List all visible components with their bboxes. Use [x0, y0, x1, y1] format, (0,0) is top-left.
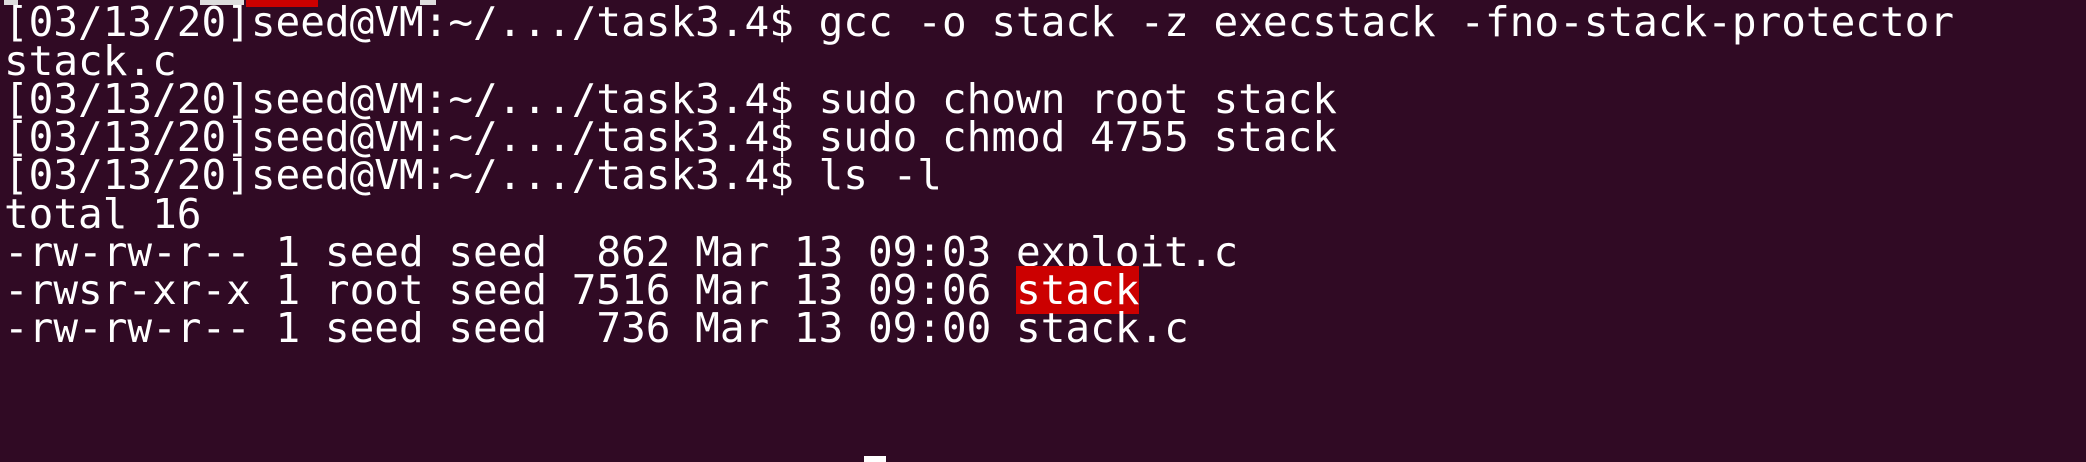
terminal-cursor [864, 456, 886, 462]
terminal-line-command-gcc: [03/13/20]seed@VM:~/.../task3.4$ gcc -o … [4, 0, 1954, 46]
line-text: -rw-rw-r-- 1 seed seed 736 Mar 13 09:00 … [4, 304, 1189, 352]
terminal-line-file-stack-c: -rw-rw-r-- 1 seed seed 736 Mar 13 09:00 … [4, 304, 1189, 352]
line-text: [03/13/20]seed@VM:~/.../task3.4$ gcc -o … [4, 0, 1955, 46]
terminal-window[interactable]: [03/13/20]seed@VM:~/.../task3.4$ gcc -o … [0, 0, 2086, 462]
